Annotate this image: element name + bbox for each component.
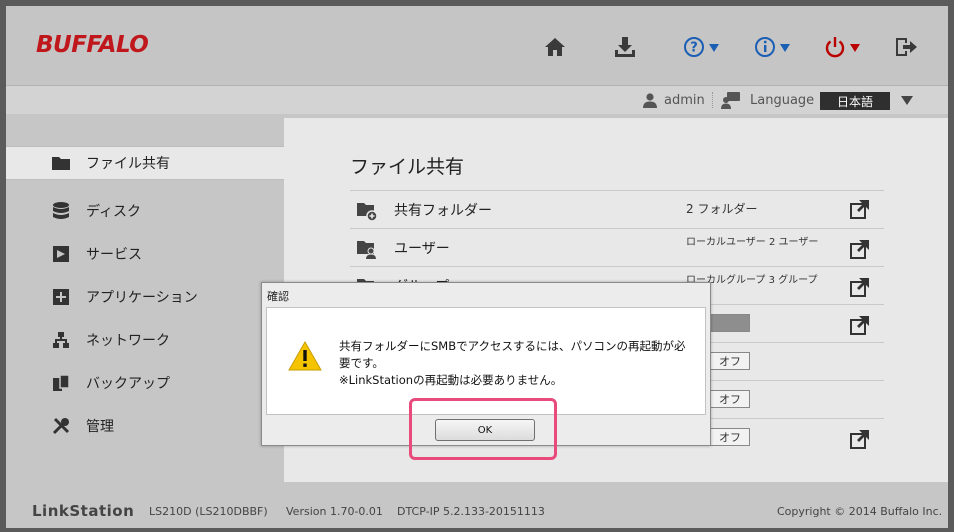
highlight-annotation	[409, 398, 557, 460]
modal-overlay: 確認 共有フォルダーにSMBでアクセスするには、パソコンの再起動が必 要です。 …	[0, 0, 954, 532]
dialog-message: 共有フォルダーにSMBでアクセスするには、パソコンの再起動が必 要です。 ※Li…	[339, 338, 699, 389]
dialog-title: 確認	[267, 290, 289, 303]
warning-icon	[288, 340, 322, 371]
dialog-message-line: 共有フォルダーにSMBでアクセスするには、パソコンの再起動が必	[339, 339, 686, 353]
dialog-message-line: ※LinkStationの再起動は必要ありません。	[339, 373, 563, 387]
dialog-message-line: 要です。	[339, 356, 384, 370]
